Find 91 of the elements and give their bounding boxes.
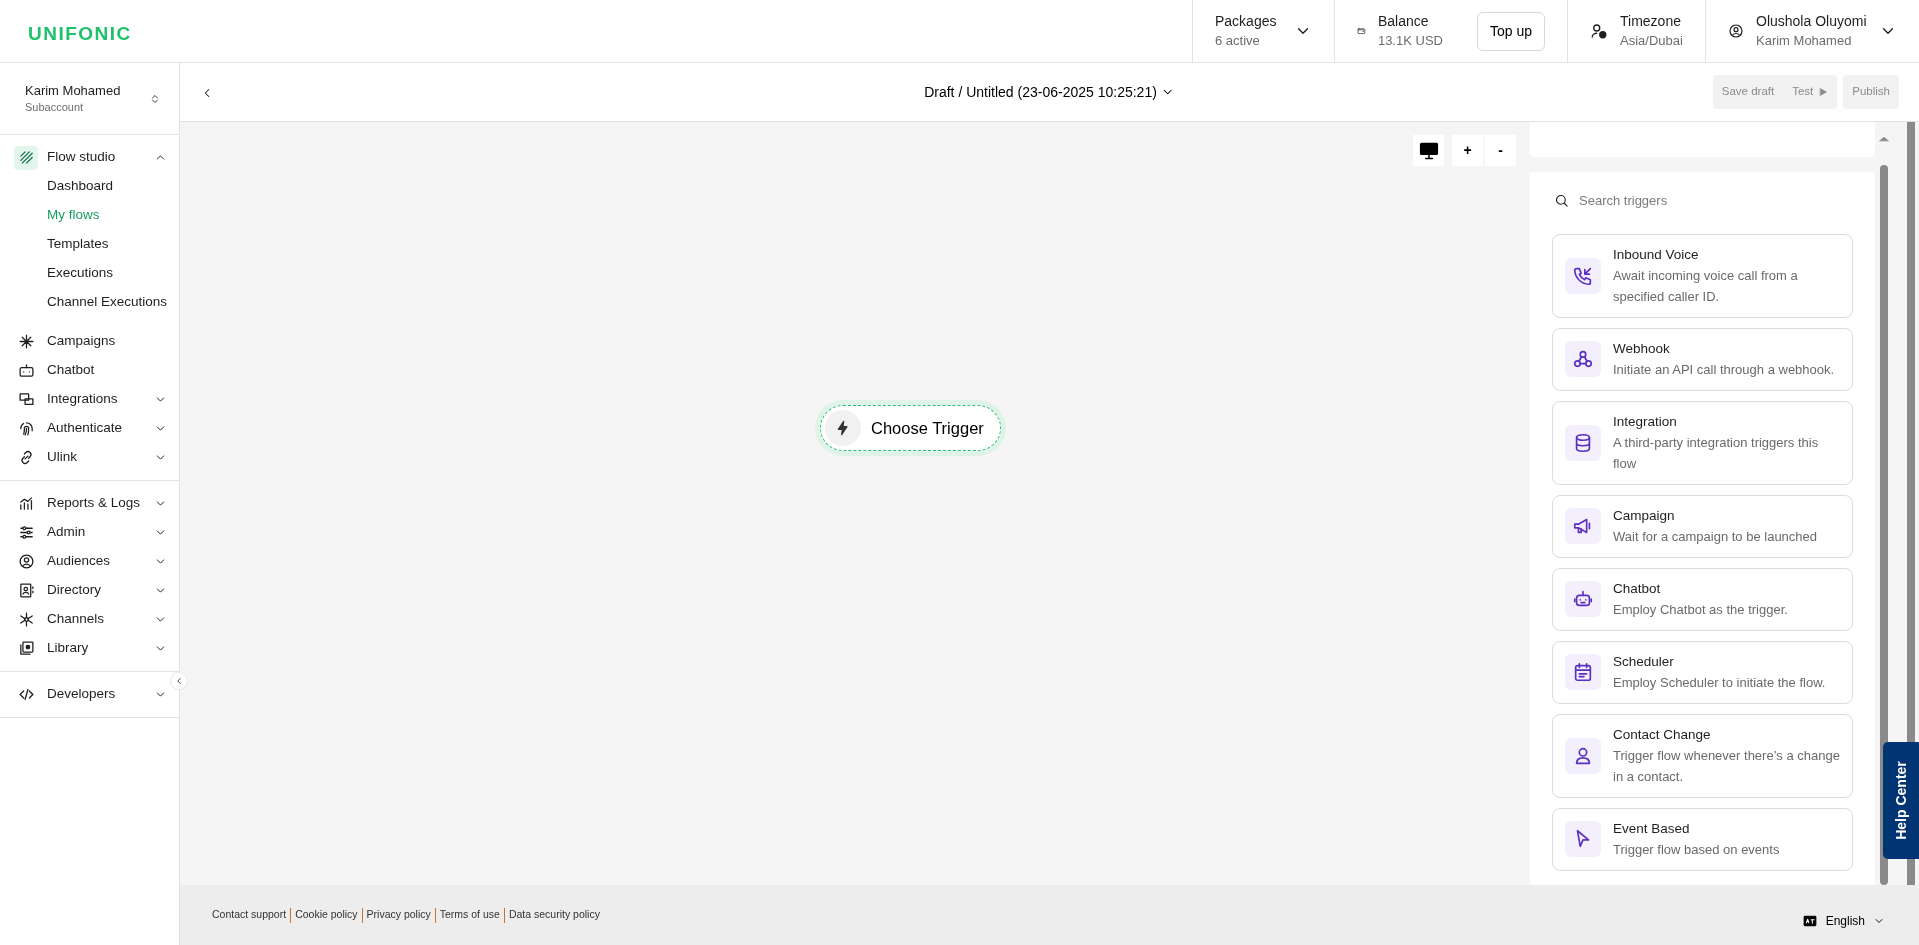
trigger-title: Chatbot [1613,579,1662,598]
header-label: Olushola Oluyomi [1756,12,1867,31]
zoom-in-button[interactable]: + [1452,135,1483,166]
trigger-description: A third-party integration triggers this flow [1613,433,1820,473]
trigger-title: Campaign [1613,506,1676,525]
trigger-title: Contact Change [1613,725,1712,744]
footer-link[interactable]: Terms of use [435,907,504,923]
trigger-title: Inbound Voice [1613,245,1700,264]
search-icon [1554,193,1569,209]
footer-link[interactable]: Cookie policy [291,907,362,923]
sidebar-item[interactable]: Channels [0,605,179,634]
image-stack-icon [17,640,35,657]
fingerprint-icon [17,420,35,437]
footer-link[interactable]: Data security policy [504,907,604,923]
header-value: Karim Mohamed [1756,32,1853,50]
monitor-icon [1418,140,1439,161]
trigger-card[interactable]: Chatbot Employ Chatbot as the trigger. [1552,567,1853,631]
trigger-description: Trigger flow based on events [1613,840,1780,859]
sidebar-item[interactable]: Reports & Logs [0,489,179,518]
trigger-title: Scheduler [1613,652,1675,671]
trigger-description: Initiate an API call through a webhook. [1613,360,1835,379]
chevron-left-icon [174,676,184,686]
screens-icon [17,391,35,408]
stripes-icon [17,149,35,166]
calendar-icon [1572,661,1594,683]
play-icon [1818,87,1829,97]
header-label: Timezone [1620,12,1682,31]
sidebar-item[interactable]: Directory [0,576,179,605]
submenu-item[interactable]: Channel Executions [0,288,179,317]
trigger-description: Wait for a campaign to be launched [1613,527,1818,546]
webhook-icon [1572,348,1594,370]
choose-trigger-node[interactable]: Choose Trigger [820,405,1001,451]
header-label: Balance [1377,12,1430,31]
footer-link[interactable]: Contact support [208,907,291,923]
code-icon [17,686,35,703]
trigger-title: Event Based [1613,819,1691,838]
sidebar-item[interactable]: Ulink [0,443,179,472]
trigger-description: Employ Scheduler to initiate the flow. [1613,673,1826,692]
language-selector[interactable]: English [1795,911,1891,931]
trigger-card[interactable]: Webhook Initiate an API call through a webhook. [1552,327,1853,391]
sidebar-item[interactable]: Library [0,634,179,663]
sidebar-item[interactable]: Authenticate [0,414,179,443]
scroll-up-icon [1879,135,1889,143]
submenu-item[interactable]: Dashboard [0,172,179,201]
account-type: Subaccount [25,99,85,115]
trigger-description: Trigger flow whenever there’s a change in a contact. [1613,746,1840,786]
flow-title-dropdown[interactable]: Draft / Untitled (23-06-2025 10:25:21) [918,80,1181,104]
sliders-icon [17,524,35,541]
submenu-item[interactable]: My flows [0,201,179,230]
sidebar-item[interactable]: Flow studio [0,143,179,172]
bar-chart-icon [17,495,35,512]
trigger-description: Await incoming voice call from a specified caller ID. [1613,266,1799,306]
submenu-item[interactable]: Executions [0,259,179,288]
help-center-button[interactable]: Help Center [1883,742,1919,859]
footer-link[interactable]: Privacy policy [362,907,435,923]
trigger-title: Webhook [1613,339,1671,358]
contact-card-icon [17,582,35,599]
sidebar-item[interactable]: Audiences [0,547,179,576]
top-up-button[interactable]: Top up [1476,11,1545,51]
user-clock-icon [1590,22,1608,40]
header-value: Asia/Dubai [1620,32,1683,50]
network-icon [17,611,35,628]
sparkle-icon [17,333,35,350]
panel-scrollbar[interactable] [1878,135,1890,885]
lightning-icon [835,420,851,436]
zoom-out-button[interactable]: - [1485,135,1516,166]
trigger-title: Integration [1613,412,1678,431]
user-circle-icon [17,553,35,570]
trigger-card[interactable]: Integration A third-party integration triggers this flow [1552,400,1853,485]
sidebar-item[interactable]: Integrations [0,385,179,414]
trigger-description: Employ Chatbot as the trigger. [1613,600,1788,619]
header-label: Packages [1215,12,1277,31]
sidebar-item[interactable]: Campaigns [0,327,179,356]
sidebar-item[interactable]: Chatbot [0,356,179,385]
user-circle-icon [1728,23,1744,39]
trigger-card[interactable]: Scheduler Employ Scheduler to initiate the flow. [1552,640,1853,704]
trigger-card[interactable]: Event Based Trigger flow based on events [1552,807,1853,871]
trigger-card[interactable]: Campaign Wait for a campaign to be launched [1552,494,1853,558]
trigger-card[interactable]: Inbound Voice Await incoming voice call from a specified caller ID. [1552,233,1853,318]
submenu-item[interactable]: Templates [0,230,179,259]
desktop-view-button[interactable] [1413,135,1444,166]
sidebar-item[interactable]: Developers [0,680,179,709]
trigger-card[interactable]: Contact Change Trigger flow whenever there’s a change in a contact. [1552,713,1853,798]
header-value: 13.1K USD [1377,32,1443,50]
account-name: Karim Mohamed [25,81,121,99]
language-icon [1801,914,1818,928]
header-value: 6 active [1215,32,1261,50]
search-field[interactable]: Search triggers [1577,190,1851,212]
sidebar-item[interactable]: Admin [0,518,179,547]
robot-icon [17,362,35,379]
logo: UNIFONIC [27,22,133,46]
